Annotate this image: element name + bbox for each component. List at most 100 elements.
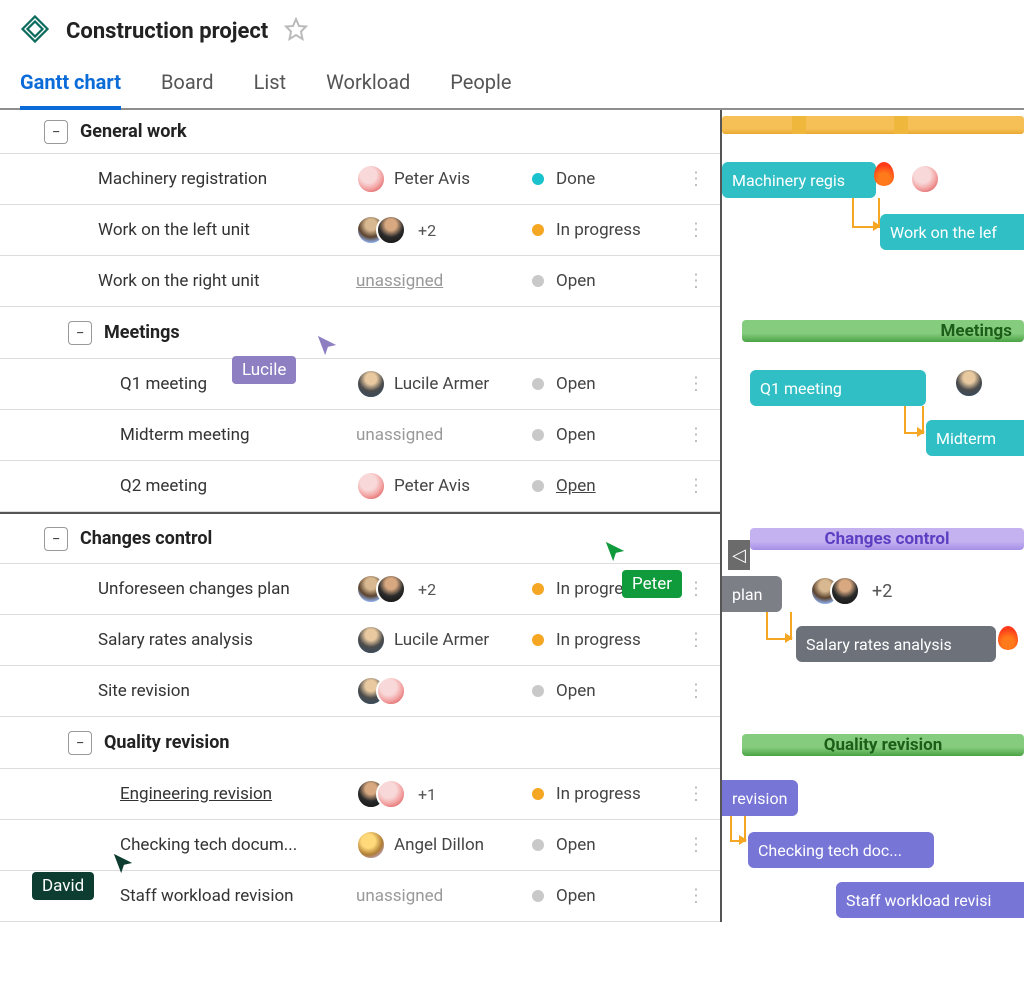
group-label: Meetings <box>104 322 180 343</box>
more-icon[interactable]: ⋮ <box>687 169 704 190</box>
status-cell[interactable]: In progress <box>532 630 700 650</box>
avatar <box>356 164 386 194</box>
status-cell[interactable]: Done <box>532 169 700 189</box>
table-row[interactable]: Salary rates analysis Lucile Armer In pr… <box>0 615 720 666</box>
tab-gantt-chart[interactable]: Gantt chart <box>20 70 121 108</box>
table-row[interactable]: Work on the left unit +2 In progress ⋮ <box>0 205 720 256</box>
assignee-cell[interactable]: +2 <box>356 574 532 604</box>
status-dot <box>532 378 544 390</box>
assignee-cell[interactable]: +1 <box>356 779 532 809</box>
status-cell[interactable]: Open <box>532 886 700 906</box>
more-icon[interactable]: ⋮ <box>687 579 704 600</box>
scroll-left-icon[interactable]: ◁ <box>728 540 750 570</box>
status-text: In progress <box>556 220 641 240</box>
table-row[interactable]: Machinery registration Peter Avis Done ⋮ <box>0 154 720 205</box>
more-icon[interactable]: ⋮ <box>687 886 704 907</box>
more-icon[interactable]: ⋮ <box>687 476 704 497</box>
assignee-cell[interactable]: unassigned <box>356 425 532 445</box>
status-text: In progress <box>556 630 641 650</box>
status-cell[interactable]: In progress <box>532 220 700 240</box>
table-row[interactable]: Site revision Open ⋮ <box>0 666 720 717</box>
more-icon[interactable]: ⋮ <box>687 220 704 241</box>
task-name: Site revision <box>0 681 356 701</box>
gantt-bar-revision[interactable]: revision <box>722 780 798 816</box>
table-row[interactable]: Q2 meeting Peter Avis Open ⋮ <box>0 461 720 512</box>
table-row[interactable]: Checking tech docum... Angel Dillon Open… <box>0 820 720 871</box>
gantt-bar-midterm[interactable]: Midterm <box>926 420 1024 456</box>
assignee-cell[interactable]: Lucile Armer <box>356 625 532 655</box>
assignee-overflow: +2 <box>872 581 892 602</box>
status-cell[interactable]: Open <box>532 271 700 291</box>
gantt-group-meetings[interactable]: Meetings <box>742 320 1024 342</box>
assignee-cell[interactable]: Peter Avis <box>356 164 532 194</box>
table-row[interactable]: Midterm meeting unassigned Open ⋮ <box>0 410 720 461</box>
tab-people[interactable]: People <box>450 70 511 108</box>
gantt-bar-salary[interactable]: Salary rates analysis <box>796 626 996 662</box>
task-name: Unforeseen changes plan <box>0 579 356 599</box>
group-label: Changes control <box>80 528 212 549</box>
subgroup-meetings[interactable]: − Meetings <box>0 307 720 359</box>
status-cell[interactable]: Open <box>532 374 700 394</box>
group-label: Quality revision <box>104 732 229 753</box>
collapse-icon[interactable]: − <box>44 120 68 144</box>
status-dot <box>532 275 544 287</box>
table-row[interactable]: Engineering revision +1 In progress ⋮ <box>0 769 720 820</box>
assignee-cell[interactable]: unassigned <box>356 271 532 291</box>
status-cell[interactable]: Open <box>532 425 700 445</box>
timeline-marker <box>792 116 806 134</box>
table-row[interactable]: Q1 meeting Lucile Armer Open ⋮ <box>0 359 720 410</box>
more-icon[interactable]: ⋮ <box>687 835 704 856</box>
assignee-cell[interactable] <box>356 676 532 706</box>
gantt-bar-machinery[interactable]: Machinery regis <box>722 162 876 198</box>
avatar <box>356 471 386 501</box>
task-name: Q2 meeting <box>0 476 356 496</box>
status-dot <box>532 839 544 851</box>
tab-list[interactable]: List <box>254 70 287 108</box>
table-row[interactable]: Staff workload revision unassigned Open … <box>0 871 720 922</box>
gantt-bar-checking[interactable]: Checking tech doc... <box>748 832 934 868</box>
gantt-connector <box>904 406 924 434</box>
avatar <box>376 215 406 245</box>
gantt-bar-plan[interactable]: plan <box>722 576 782 612</box>
status-cell[interactable]: Open <box>532 681 700 701</box>
assignee-cell[interactable]: unassigned <box>356 886 532 906</box>
more-icon[interactable]: ⋮ <box>687 271 704 292</box>
star-icon[interactable] <box>284 17 308 45</box>
task-name: Salary rates analysis <box>0 630 356 650</box>
timeline-marker <box>894 116 908 134</box>
gantt-bar-staff[interactable]: Staff workload revisi <box>836 882 1024 918</box>
table-row[interactable]: Unforeseen changes plan +2 In progress ⋮ <box>0 564 720 615</box>
gantt-bar-q1[interactable]: Q1 meeting <box>750 370 926 406</box>
assignee-text: unassigned <box>356 271 443 291</box>
gantt-group-changes[interactable]: Changes control <box>750 528 1024 550</box>
avatar <box>356 369 386 399</box>
collapse-icon[interactable]: − <box>68 321 92 345</box>
tab-workload[interactable]: Workload <box>326 70 410 108</box>
table-row[interactable]: Work on the right unit unassigned Open ⋮ <box>0 256 720 307</box>
more-icon[interactable]: ⋮ <box>687 374 704 395</box>
collab-cursor-peter-label: Peter <box>622 570 682 598</box>
group-label: General work <box>80 121 187 142</box>
status-cell[interactable]: Open <box>532 835 700 855</box>
collapse-icon[interactable]: − <box>68 731 92 755</box>
more-icon[interactable]: ⋮ <box>687 630 704 651</box>
subgroup-quality-revision[interactable]: − Quality revision <box>0 717 720 769</box>
status-cell[interactable]: Open <box>532 476 700 496</box>
status-cell[interactable]: In progress <box>532 784 700 804</box>
assignee-cell[interactable]: Peter Avis <box>356 471 532 501</box>
assignee-text: Peter Avis <box>394 476 470 496</box>
collapse-icon[interactable]: − <box>44 527 68 551</box>
avatar <box>910 164 940 194</box>
tab-board[interactable]: Board <box>161 70 214 108</box>
assignee-cell[interactable]: Lucile Armer <box>356 369 532 399</box>
more-icon[interactable]: ⋮ <box>687 784 704 805</box>
more-icon[interactable]: ⋮ <box>687 681 704 702</box>
more-icon[interactable]: ⋮ <box>687 425 704 446</box>
assignee-cell[interactable]: Angel Dillon <box>356 830 532 860</box>
app-logo-icon <box>20 14 50 48</box>
assignee-text: unassigned <box>356 886 443 906</box>
gantt-bar-left-unit[interactable]: Work on the lef <box>880 214 1024 250</box>
assignee-cell[interactable]: +2 <box>356 215 532 245</box>
group-general-work[interactable]: − General work <box>0 110 720 154</box>
gantt-group-quality[interactable]: Quality revision <box>742 734 1024 756</box>
